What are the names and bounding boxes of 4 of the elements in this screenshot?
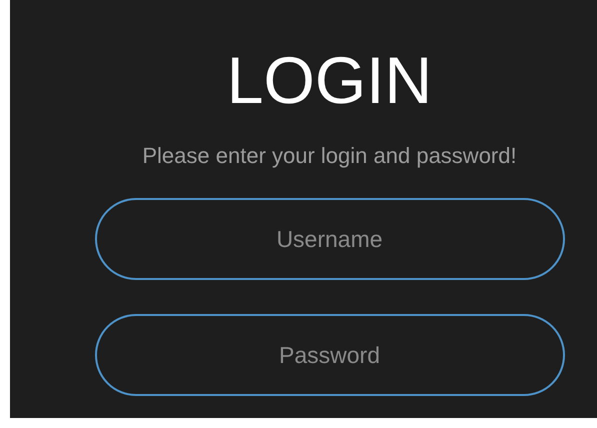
input-field[interactable]: Password — [94, 314, 564, 396]
instruction-text: Please enter your login and password! — [142, 142, 517, 170]
login-title: LOGIN — [226, 42, 432, 118]
input-field[interactable]: Username — [94, 198, 564, 280]
